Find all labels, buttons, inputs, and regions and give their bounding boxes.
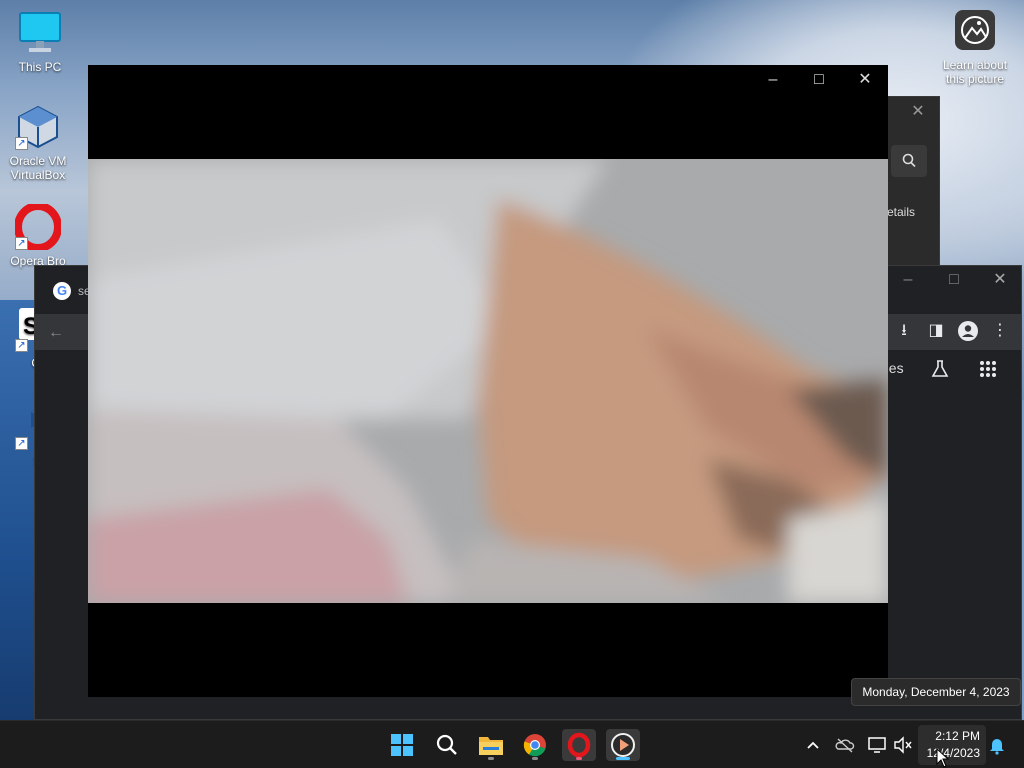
running-indicator: [488, 757, 494, 760]
close-icon[interactable]: ✕: [907, 101, 929, 123]
camera-icon: [955, 10, 995, 50]
onedrive-offline-icon[interactable]: [834, 734, 856, 756]
labs-flask-icon[interactable]: [929, 358, 951, 380]
desktop-icon-this-pc[interactable]: This PC: [2, 10, 78, 74]
search-icon: [902, 153, 916, 168]
side-panel-icon[interactable]: ◨: [925, 320, 947, 342]
taskbar: 2:12 PM 12/4/2023: [0, 720, 1024, 768]
search-icon: [436, 734, 457, 755]
search-button[interactable]: [891, 145, 927, 177]
volume-muted-icon[interactable]: [892, 734, 914, 756]
close-icon[interactable]: ✕: [854, 69, 876, 91]
back-arrow-icon[interactable]: ←: [45, 322, 67, 344]
shortcut-arrow-icon: ↗: [15, 437, 28, 450]
media-player-taskbar-button[interactable]: [606, 729, 640, 761]
desktop-icon-label: This PC: [18, 60, 62, 74]
monitor-icon: [17, 10, 63, 56]
show-hidden-icons-chevron-icon[interactable]: [802, 734, 824, 756]
more-menu-icon[interactable]: ⋮: [989, 320, 1011, 342]
desktop-icon-opera[interactable]: ↗ Opera Bro: [0, 202, 76, 268]
opera-icon: ↗: [14, 202, 62, 252]
clock-button[interactable]: 2:12 PM 12/4/2023: [918, 725, 986, 765]
active-indicator: [616, 757, 630, 760]
mouse-cursor-icon: [936, 748, 950, 768]
learn-about-label: Learn about this picture: [942, 58, 1008, 86]
maximize-icon[interactable]: □: [808, 69, 830, 91]
video-player-window[interactable]: – □ ✕: [88, 65, 888, 697]
running-indicator: [576, 757, 582, 760]
close-icon[interactable]: ✕: [989, 269, 1011, 291]
apps-grid-icon[interactable]: [977, 358, 999, 380]
minimize-icon[interactable]: –: [762, 69, 784, 91]
taskbar-search-button[interactable]: [430, 729, 464, 761]
download-icon[interactable]: ⭳: [893, 320, 915, 342]
profile-icon[interactable]: [957, 320, 979, 342]
title-bar: – □ ✕: [88, 65, 888, 97]
desktop-icon-virtualbox[interactable]: ↗ Oracle VM VirtualBox: [0, 104, 76, 182]
notification-bell-icon[interactable]: [986, 734, 1008, 756]
video-frame[interactable]: [88, 159, 888, 603]
desktop-icon-label: Oracle VM VirtualBox: [9, 154, 67, 182]
partial-text: etails: [887, 205, 916, 219]
clock-date: 12/4/2023: [926, 746, 980, 760]
file-explorer-button[interactable]: [474, 729, 508, 761]
maximize-icon[interactable]: □: [943, 269, 965, 291]
start-button[interactable]: [385, 729, 419, 761]
learn-about-picture[interactable]: Learn about this picture: [936, 10, 1014, 86]
google-icon: G: [53, 282, 71, 300]
video-content: [88, 159, 888, 603]
chrome-taskbar-button[interactable]: [518, 729, 552, 761]
shortcut-arrow-icon: ↗: [15, 137, 28, 150]
minimize-icon[interactable]: –: [897, 269, 919, 291]
clock-time: 2:12 PM: [935, 729, 980, 743]
shortcut-arrow-icon: ↗: [15, 339, 28, 352]
date-tooltip: Monday, December 4, 2023: [851, 678, 1021, 706]
virtualbox-icon: ↗: [15, 104, 61, 150]
windows-logo-icon: [391, 734, 413, 756]
network-icon[interactable]: [866, 734, 888, 756]
shortcut-arrow-icon: ↗: [15, 237, 28, 250]
background-window-partial[interactable]: ✕ etails: [880, 96, 940, 266]
running-indicator: [532, 757, 538, 760]
opera-taskbar-button[interactable]: [562, 729, 596, 761]
